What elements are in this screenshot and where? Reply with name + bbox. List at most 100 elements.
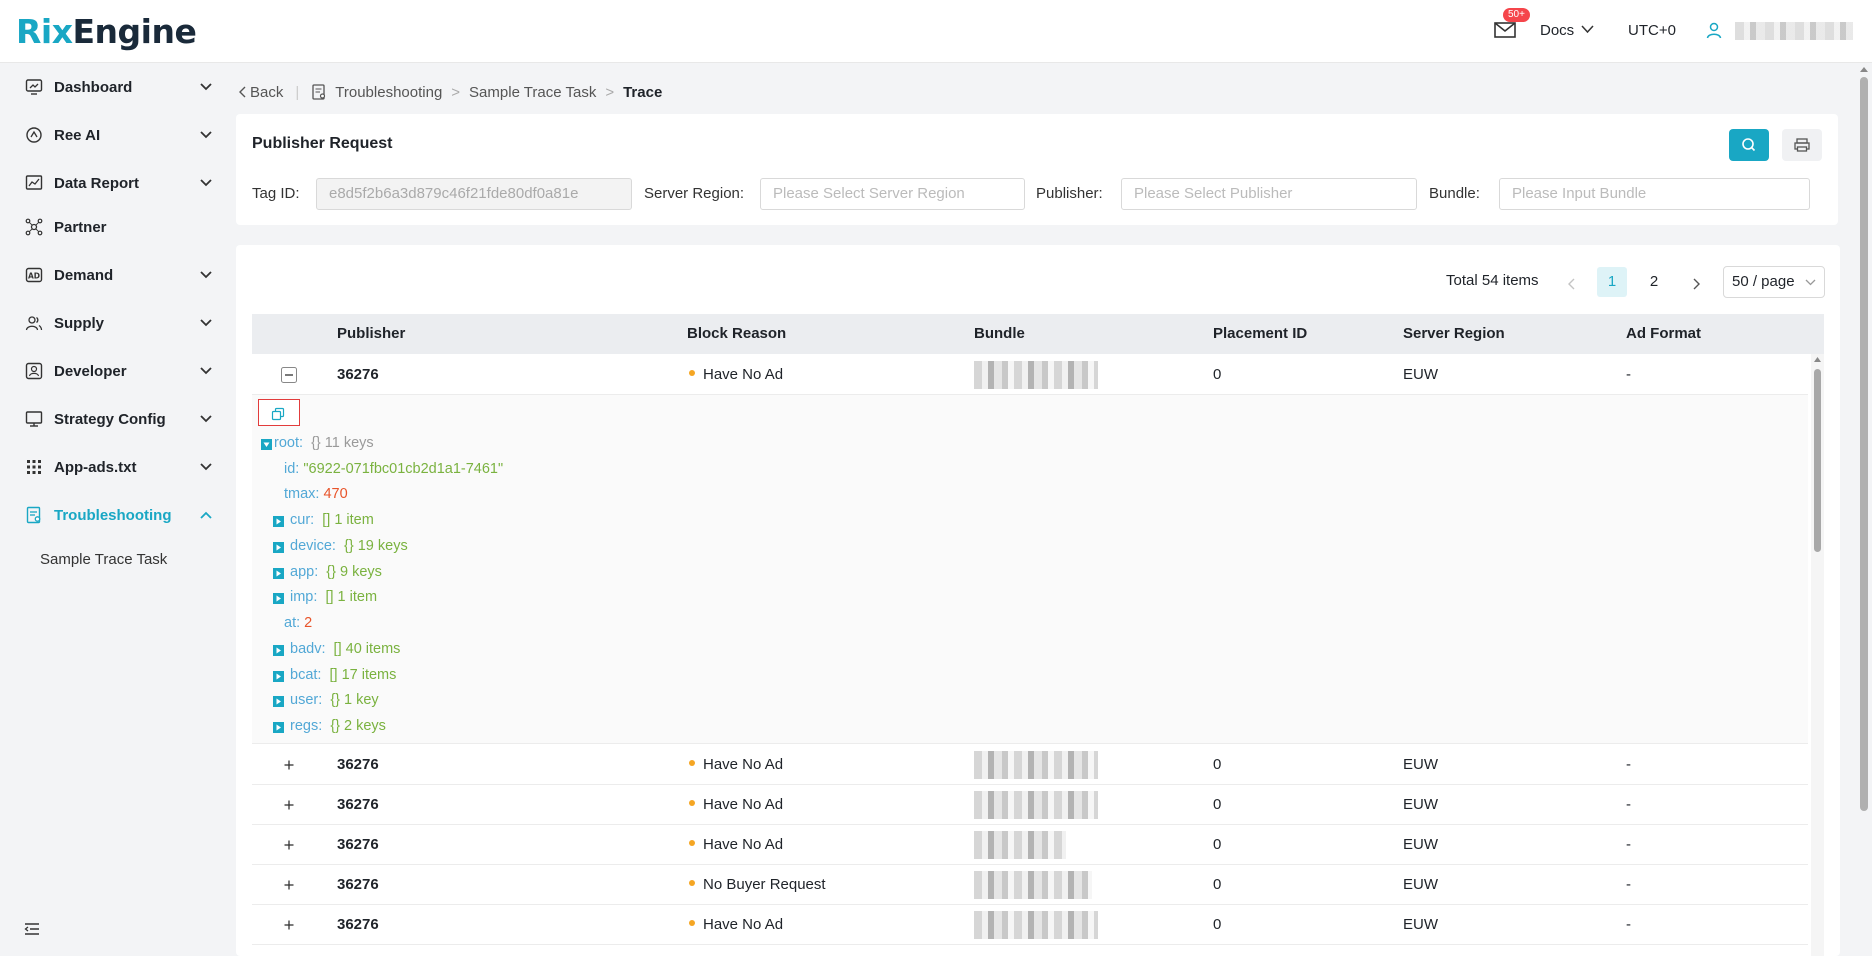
- status-dot: [689, 840, 695, 847]
- table-scrollbar[interactable]: [1811, 354, 1824, 956]
- bundle-input[interactable]: Please Input Bundle: [1499, 178, 1810, 210]
- table-row[interactable]: 36276 Have No Ad 0 EUW -: [252, 745, 1808, 785]
- server-region-label: Server Region:: [644, 185, 745, 202]
- publisher-select[interactable]: Please Select Publisher: [1121, 178, 1417, 210]
- table-row[interactable]: 36276 Have No Ad 0 EUW -: [252, 355, 1808, 395]
- ad-icon: AD: [25, 267, 43, 283]
- collapse-row-icon[interactable]: [281, 367, 297, 383]
- table-row[interactable]: 36276 No Buyer Request 0 EUW -: [252, 865, 1808, 905]
- server-region-select[interactable]: Please Select Server Region: [760, 178, 1025, 210]
- sidebar-item-demand[interactable]: AD Demand: [0, 257, 230, 293]
- strategy-icon: [25, 411, 43, 427]
- expand-row-icon[interactable]: [281, 837, 297, 853]
- cell-placement-id: 0: [1213, 836, 1222, 853]
- breadcrumb-troubleshooting[interactable]: Troubleshooting: [335, 84, 442, 101]
- chevron-left-icon[interactable]: [238, 86, 248, 98]
- sidebar-item-dashboard[interactable]: Dashboard: [0, 69, 230, 105]
- page-1-button[interactable]: 1: [1597, 267, 1627, 297]
- cell-block-reason: Have No Ad: [689, 836, 783, 853]
- table-header: Publisher Block Reason Bundle Placement …: [252, 314, 1824, 354]
- docs-menu[interactable]: Docs: [1540, 22, 1574, 39]
- json-badv[interactable]: badv: [] 40 items: [290, 641, 400, 657]
- col-block-reason: Block Reason: [687, 325, 787, 342]
- tree-expand-icon[interactable]: [273, 593, 284, 604]
- tree-expand-icon[interactable]: [273, 516, 284, 527]
- tree-expand-icon[interactable]: [273, 542, 284, 553]
- expand-row-icon[interactable]: [281, 917, 297, 933]
- sidebar-item-app-ads-txt[interactable]: App-ads.txt: [0, 449, 230, 485]
- user-name-redacted[interactable]: [1735, 22, 1853, 40]
- back-link[interactable]: Back: [250, 84, 283, 101]
- json-regs[interactable]: regs: {} 2 keys: [290, 718, 386, 734]
- sidebar-item-strategy-config[interactable]: Strategy Config: [0, 401, 230, 437]
- search-button[interactable]: [1729, 129, 1769, 161]
- breadcrumb-separator: >: [451, 83, 461, 101]
- page-2-button[interactable]: 2: [1639, 267, 1669, 297]
- tree-expand-icon[interactable]: [273, 722, 284, 733]
- page-scrollbar[interactable]: [1856, 63, 1872, 956]
- sidebar-item-troubleshooting[interactable]: Troubleshooting: [0, 497, 230, 533]
- expand-row-icon[interactable]: [281, 797, 297, 813]
- table-row[interactable]: 36276 Have No Ad 0 EUW -: [252, 905, 1808, 945]
- json-imp[interactable]: imp: [] 1 item: [290, 589, 377, 605]
- sidebar-item-label: Developer: [54, 362, 127, 380]
- json-user[interactable]: user: {} 1 key: [290, 692, 379, 708]
- chevron-left-icon[interactable]: [1567, 278, 1577, 290]
- table-row[interactable]: 36276 Have No Ad 0 EUW -: [252, 825, 1808, 865]
- page-size-select[interactable]: 50 / page: [1723, 266, 1825, 298]
- tag-id-field: e8d5f2b6a3d879c46f21fde80df0a81e: [316, 178, 632, 210]
- cell-server-region: EUW: [1403, 366, 1438, 383]
- users-icon: [25, 316, 43, 331]
- expanded-row-json: root: {} 11 keys id: "6922-071fbc01cb2d1…: [252, 395, 1808, 744]
- json-cur[interactable]: cur: [] 1 item: [290, 512, 374, 528]
- sidebar-item-label: Troubleshooting: [54, 506, 172, 524]
- col-placement-id: Placement ID: [1213, 325, 1308, 342]
- chevron-down-icon: [200, 179, 212, 187]
- status-dot: [689, 760, 695, 767]
- chevron-right-icon[interactable]: [1691, 278, 1701, 290]
- partner-icon: [25, 218, 43, 236]
- bundle-label: Bundle:: [1429, 185, 1480, 202]
- tree-expand-icon[interactable]: [273, 568, 284, 579]
- sidebar-subitem-sample-trace-task[interactable]: Sample Trace Task: [40, 551, 167, 568]
- sidebar-item-data-report[interactable]: Data Report: [0, 165, 230, 201]
- expand-row-icon[interactable]: [281, 757, 297, 773]
- json-app[interactable]: app: {} 9 keys: [290, 564, 382, 580]
- print-button[interactable]: [1782, 129, 1822, 161]
- collapse-sidebar-icon[interactable]: [24, 922, 40, 936]
- expand-row-icon[interactable]: [281, 877, 297, 893]
- table-row[interactable]: 36276 Have No Ad 0 EUW -: [252, 785, 1808, 825]
- cell-placement-id: 0: [1213, 876, 1222, 893]
- cell-server-region: EUW: [1403, 916, 1438, 933]
- chevron-down-icon: [200, 463, 212, 471]
- sidebar-item-developer[interactable]: Developer: [0, 353, 230, 389]
- copy-button[interactable]: [258, 399, 300, 426]
- chevron-down-icon: [200, 83, 212, 91]
- tree-toggle-icon[interactable]: [261, 439, 272, 450]
- tree-expand-icon[interactable]: [273, 671, 284, 682]
- chevron-down-icon[interactable]: [1581, 25, 1594, 34]
- tag-id-label: Tag ID:: [252, 185, 300, 202]
- tree-expand-icon[interactable]: [273, 645, 284, 656]
- user-icon[interactable]: [1706, 22, 1722, 39]
- cell-publisher: 36276: [337, 756, 379, 773]
- cell-ad-format: -: [1626, 756, 1631, 773]
- cell-publisher: 36276: [337, 916, 379, 933]
- json-bcat[interactable]: bcat: [] 17 items: [290, 667, 396, 683]
- sidebar-item-partner[interactable]: Partner: [0, 209, 230, 245]
- cell-placement-id: 0: [1213, 366, 1222, 383]
- json-device[interactable]: device: {} 19 keys: [290, 538, 408, 554]
- cell-server-region: EUW: [1403, 756, 1438, 773]
- chevron-down-icon: [200, 367, 212, 375]
- cell-bundle-redacted: [974, 871, 1092, 899]
- cell-block-reason: Have No Ad: [689, 366, 783, 383]
- cell-publisher: 36276: [337, 876, 379, 893]
- timezone-selector[interactable]: UTC+0: [1628, 22, 1676, 39]
- json-id: id: "6922-071fbc01cb2d1a1-7461": [284, 461, 504, 477]
- status-dot: [689, 880, 695, 887]
- sidebar-item-ree-ai[interactable]: Ree AI: [0, 117, 230, 153]
- tree-expand-icon[interactable]: [273, 696, 284, 707]
- sidebar-item-supply[interactable]: Supply: [0, 305, 230, 341]
- breadcrumb-sample-trace-task[interactable]: Sample Trace Task: [469, 84, 596, 101]
- app-logo[interactable]: RixEngine: [16, 12, 197, 52]
